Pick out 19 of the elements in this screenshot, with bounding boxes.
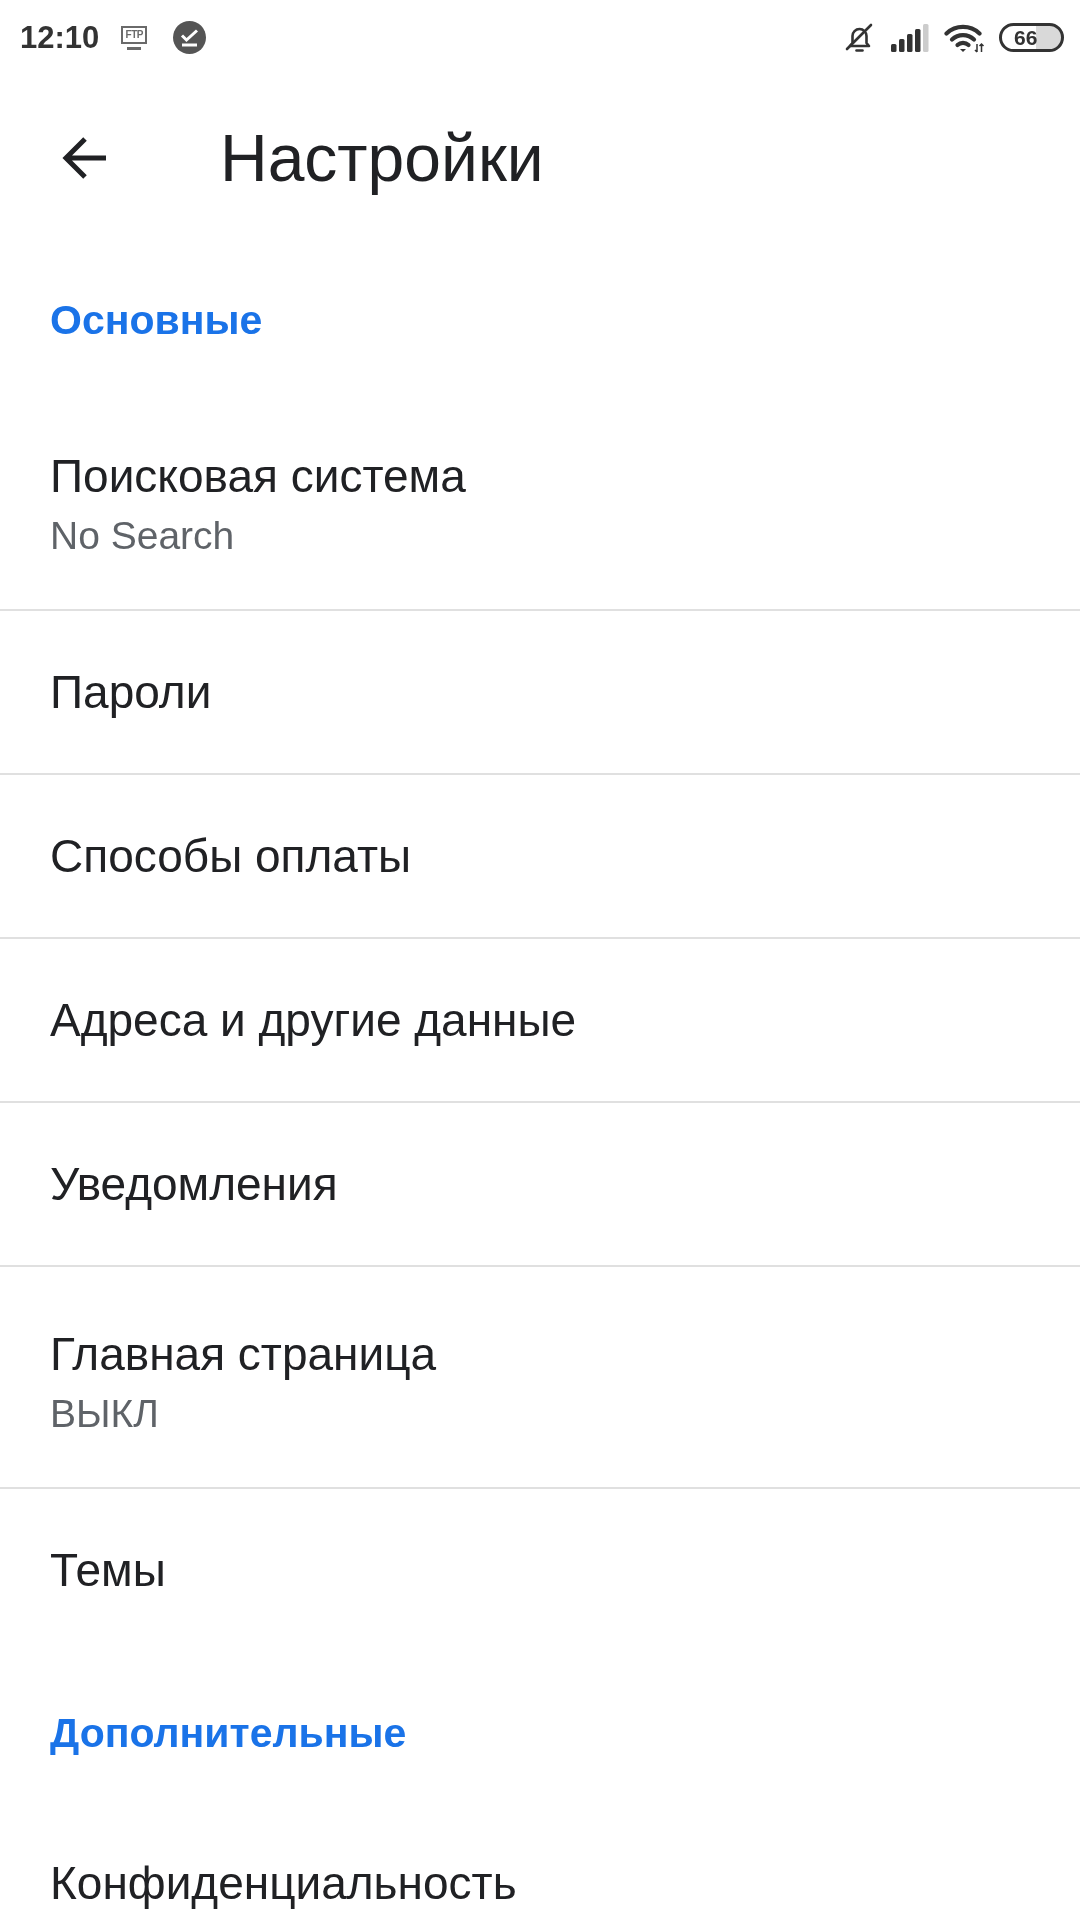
section-header: Основные — [50, 296, 263, 344]
setting-value: No Search — [50, 513, 235, 559]
setting-title[interactable]: Пароли — [50, 664, 212, 720]
setting-title[interactable]: Конфиденциальность — [50, 1855, 517, 1911]
setting-title[interactable]: Способы оплаты — [50, 828, 412, 884]
wifi-icon — [944, 22, 985, 53]
signal-icon — [891, 23, 930, 52]
bell-slash-icon — [844, 21, 875, 54]
section-header: Дополнительные — [50, 1709, 407, 1757]
battery-indicator: 66 — [999, 23, 1064, 52]
setting-title[interactable]: Адреса и другие данные — [50, 992, 577, 1048]
page-title: Настройки — [220, 119, 544, 197]
setting-title[interactable]: Поисковая система — [50, 448, 466, 504]
setting-title[interactable]: Темы — [50, 1542, 166, 1598]
setting-value: ВЫКЛ — [50, 1391, 159, 1437]
check-circle-icon — [173, 21, 207, 54]
status-time: 12:10 — [20, 19, 100, 56]
setting-title[interactable]: Уведомления — [50, 1156, 338, 1212]
setting-title[interactable]: Главная страница — [50, 1326, 437, 1382]
